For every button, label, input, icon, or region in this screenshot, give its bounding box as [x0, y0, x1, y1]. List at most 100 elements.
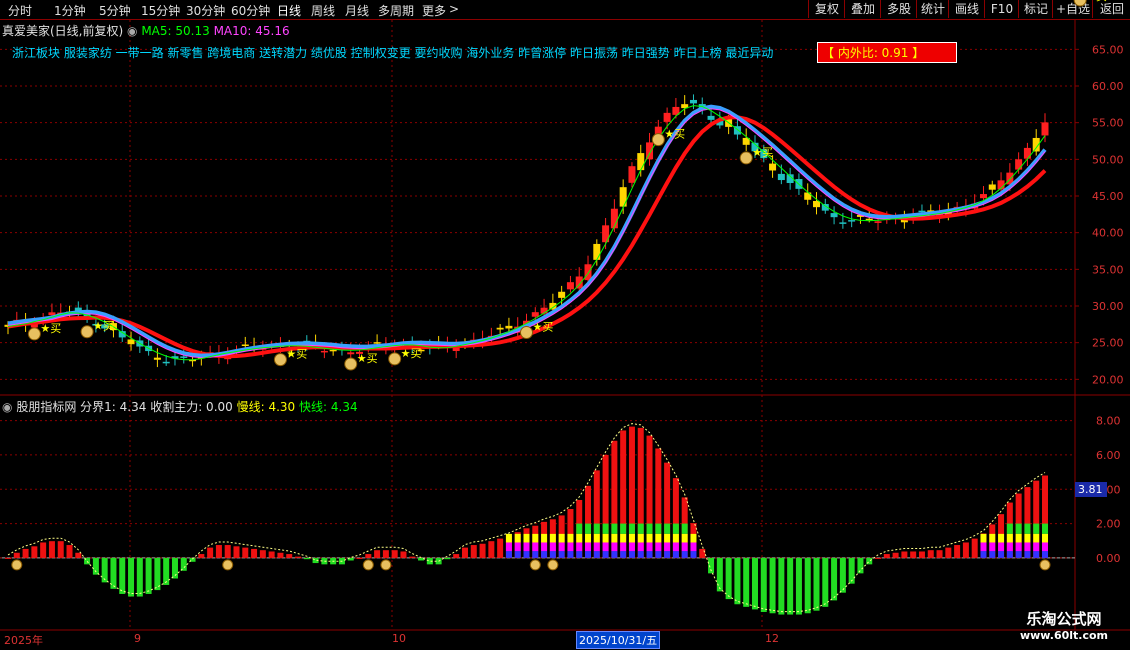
indicator-band-yellow	[567, 533, 574, 543]
candle-body	[1015, 159, 1023, 170]
candle-body	[329, 349, 337, 352]
indicator-bar	[918, 551, 925, 558]
indicator-panel-header: ◉ 股朋指标网 分界1: 4.34 收割主力: 0.00 慢线: 4.30 快线…	[2, 398, 358, 415]
candle-body	[127, 339, 135, 345]
candle-body	[979, 194, 987, 199]
indicator-bar	[145, 557, 152, 594]
indicator-bar	[180, 557, 187, 571]
indicator-band-yellow	[523, 533, 530, 543]
indicator-name[interactable]: 股朋指标网	[16, 400, 76, 414]
indicator-band-blue	[664, 551, 671, 558]
indicator-bar	[48, 541, 55, 558]
indicator-band-magenta	[1033, 542, 1040, 552]
indicator-tick-label: 2.00	[1096, 518, 1121, 531]
indicator-band-magenta	[567, 542, 574, 552]
candle-body	[777, 173, 785, 181]
indicator-band-yellow	[1033, 533, 1040, 543]
money-bag-icon	[1073, 0, 1087, 7]
candle-body	[663, 112, 671, 122]
indicator-band-yellow	[980, 533, 987, 543]
indicator-tick-label: 8.00	[1096, 415, 1121, 428]
indicator-bar	[971, 538, 978, 558]
money-bag-icon	[11, 559, 23, 571]
date-axis: 2025年 9 10 12 2025/10/31/五	[0, 631, 1075, 650]
indicator-band-magenta	[558, 542, 565, 552]
indicator-settings-icon[interactable]: ◉	[2, 400, 12, 414]
concept-tags[interactable]: 浙江板块 服装家纺 一带一路 新零售 跨境电商 送转潜力 绩优股 控制权变更 要…	[12, 44, 773, 61]
indicator-band-magenta	[532, 542, 539, 552]
indicator-band-yellow	[1006, 533, 1013, 543]
price-tick-label: 40.00	[1092, 227, 1124, 240]
indicator-band-blue	[655, 551, 662, 558]
indicator-bar	[268, 551, 275, 558]
candle-body	[874, 221, 882, 223]
indicator-bar	[795, 557, 802, 615]
buy-signal-label: ★买	[93, 320, 114, 333]
indicator-bar	[954, 545, 961, 558]
price-tick-label: 60.00	[1092, 80, 1124, 93]
indicator-bar	[101, 557, 108, 583]
boundary-label: 分界1: 4.34	[80, 400, 147, 414]
indicator-band-yellow	[655, 533, 662, 543]
indicator-bar	[409, 556, 416, 558]
indicator-bar	[936, 550, 943, 558]
indicator-band-yellow	[620, 533, 627, 543]
candle-body	[531, 312, 539, 317]
indicator-band-magenta	[585, 542, 592, 552]
settings-icon[interactable]: ◉	[127, 24, 137, 38]
indicator-bar	[813, 557, 820, 611]
indicator-band-magenta	[593, 542, 600, 552]
indicator-bar	[892, 552, 899, 558]
indicator-bar	[5, 557, 11, 559]
indicator-band-magenta	[646, 542, 653, 552]
indicator-band-yellow	[593, 533, 600, 543]
selected-date-label: 2025/10/31/五	[576, 631, 661, 649]
buy-signal-label: ★买	[40, 322, 61, 335]
money-bag-icon	[739, 151, 753, 165]
indicator-bar	[251, 548, 258, 558]
indicator-band-yellow	[998, 533, 1005, 543]
indicator-bar	[259, 550, 266, 558]
indicator-bar	[40, 542, 47, 558]
indicator-band-blue	[1033, 551, 1040, 558]
indicator-band-green	[646, 523, 653, 534]
indicator-bar	[22, 548, 29, 558]
stock-title: 真爱美家(日线,前复权)	[2, 24, 124, 38]
date-label-sep: 9	[134, 632, 141, 645]
price-tick-label: 20.00	[1092, 373, 1124, 386]
indicator-bar	[119, 557, 126, 594]
indicator-bar	[13, 552, 20, 558]
indicator-band-green	[1024, 523, 1031, 534]
price-tick-label: 55.00	[1092, 117, 1124, 130]
indicator-band-blue	[998, 551, 1005, 558]
indicator-band-blue	[646, 551, 653, 558]
inner-outer-ratio-badge: 【 内外比: 0.91 】	[817, 42, 957, 63]
indicator-band-blue	[576, 551, 583, 558]
candle-body	[48, 312, 56, 316]
indicator-band-magenta	[611, 542, 618, 552]
candle-body	[848, 220, 856, 222]
indicator-bar	[743, 557, 750, 607]
indicator-band-magenta	[655, 542, 662, 552]
indicator-bar	[303, 557, 310, 560]
indicator-band-magenta	[549, 542, 556, 552]
candle-body	[241, 344, 249, 346]
candle-body	[347, 352, 355, 355]
indicator-bar	[751, 557, 758, 610]
indicator-bar	[163, 557, 170, 585]
indicator-bar	[295, 556, 302, 558]
money-bag-icon	[380, 559, 392, 571]
indicator-band-yellow	[646, 533, 653, 543]
buy-signal-label: ★买	[401, 347, 422, 360]
indicator-bar	[470, 545, 477, 558]
indicator-band-magenta	[523, 542, 530, 552]
candle-body	[505, 325, 513, 329]
indicator-band-yellow	[558, 533, 565, 543]
indicator-bar	[444, 557, 451, 560]
indicator-bar	[910, 551, 917, 558]
buy-signal-label: ★买	[357, 352, 378, 365]
indicator-bar	[233, 546, 240, 558]
indicator-band-yellow	[611, 533, 618, 543]
indicator-band-yellow	[989, 533, 996, 543]
chart-canvas[interactable]: ★买 ★买 ★买 ★买 ★买 ★买 ★买 ★买 ★买 65.00 60.00 55.00 50.00 4…	[0, 0, 1130, 650]
